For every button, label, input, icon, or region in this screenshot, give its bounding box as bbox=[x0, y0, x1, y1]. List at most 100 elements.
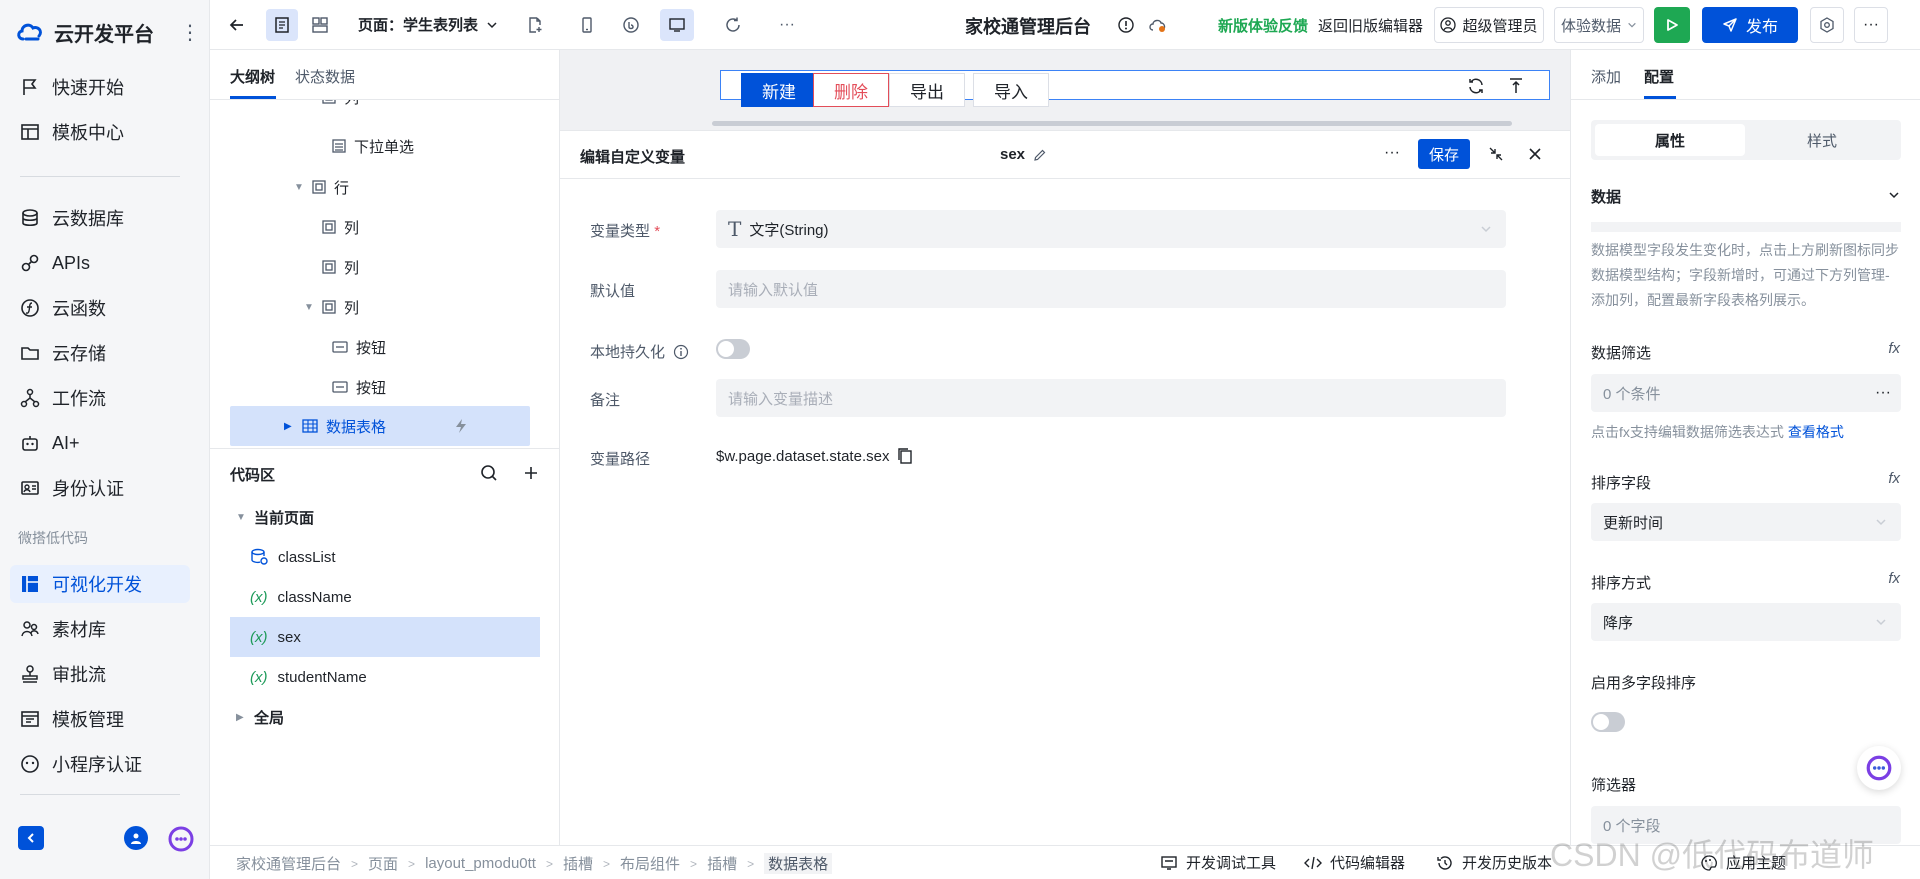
breadcrumb-item[interactable]: 页面 bbox=[368, 853, 398, 874]
fx-icon[interactable]: fx bbox=[1888, 340, 1900, 357]
edit-pencil-icon[interactable] bbox=[1033, 148, 1047, 162]
horizontal-scrollbar[interactable] bbox=[712, 121, 1512, 126]
filter-condition-field[interactable]: 0 个条件 ··· bbox=[1591, 374, 1901, 412]
code-item-studentname[interactable]: (x) studentName bbox=[230, 657, 540, 697]
mobile-preview-button[interactable] bbox=[572, 9, 602, 41]
breadcrumb-item[interactable]: 插槽 bbox=[563, 853, 593, 874]
caret-down-icon[interactable]: ▼ bbox=[294, 182, 304, 193]
old-editor-link[interactable]: 返回旧版编辑器 bbox=[1318, 15, 1423, 36]
cloud-sync-button[interactable] bbox=[1146, 9, 1170, 41]
tab-outline-tree[interactable]: 大纲树 bbox=[230, 66, 275, 87]
desktop-preview-button[interactable] bbox=[660, 9, 694, 41]
seg-style[interactable]: 样式 bbox=[1747, 124, 1897, 156]
publish-button[interactable]: 发布 bbox=[1702, 7, 1798, 43]
variable-name-display[interactable]: sex bbox=[1000, 146, 1047, 163]
default-value-input[interactable]: 请输入默认值 bbox=[716, 270, 1506, 308]
nav-item-template-manage[interactable]: 模板管理 bbox=[10, 700, 190, 738]
assistant-button[interactable] bbox=[168, 826, 194, 852]
caret-down-icon[interactable]: ▼ bbox=[304, 302, 314, 313]
tree-row-button[interactable]: 按钮 bbox=[332, 332, 386, 362]
tree-row-column[interactable]: ▼ 列 bbox=[304, 292, 359, 322]
note-input[interactable]: 请输入变量描述 bbox=[716, 379, 1506, 417]
tree-row-button[interactable]: 按钮 bbox=[332, 372, 386, 402]
nav-item-materials[interactable]: 素材库 bbox=[10, 610, 190, 648]
dev-debug-tool-button[interactable]: 开发调试工具 bbox=[1160, 852, 1276, 873]
info-button[interactable] bbox=[1114, 9, 1138, 41]
global-group[interactable]: ▶ 全局 bbox=[236, 702, 284, 732]
collapse-icon[interactable] bbox=[1488, 146, 1504, 166]
close-icon[interactable] bbox=[1528, 147, 1542, 165]
add-icon[interactable] bbox=[522, 464, 540, 486]
current-page-group[interactable]: ▼ 当前页面 bbox=[236, 502, 314, 532]
feedback-link[interactable]: 新版体验反馈 bbox=[1218, 15, 1308, 36]
breadcrumb-item[interactable]: 插槽 bbox=[707, 853, 737, 874]
sort-field-select[interactable]: 更新时间 bbox=[1591, 503, 1901, 541]
nav-item-auth[interactable]: 身份认证 bbox=[10, 469, 190, 507]
nav-item-apis[interactable]: APIs bbox=[10, 244, 190, 282]
brand[interactable]: 云开发平台 bbox=[16, 18, 154, 46]
nav-item-visual-dev[interactable]: 可视化开发 bbox=[10, 565, 190, 603]
nav-item-database[interactable]: 云数据库 bbox=[10, 199, 190, 237]
more-horizontal-icon[interactable]: ··· bbox=[1384, 144, 1400, 162]
refresh-button[interactable] bbox=[718, 9, 748, 41]
nav-item-miniapp-auth[interactable]: 小程序认证 bbox=[10, 745, 190, 783]
export-button[interactable]: 导出 bbox=[889, 73, 965, 107]
nav-item-templates[interactable]: 模板中心 bbox=[10, 113, 190, 151]
page-selector[interactable]: 页面：学生表列表 bbox=[358, 14, 498, 35]
create-button[interactable]: 新建 bbox=[741, 73, 817, 107]
miniprogram-preview-button[interactable] bbox=[616, 9, 646, 41]
dev-history-button[interactable]: 开发历史版本 bbox=[1436, 852, 1552, 873]
delete-button[interactable]: 删除 bbox=[813, 73, 889, 107]
breadcrumb-item[interactable]: 家校通管理后台 bbox=[236, 853, 341, 874]
more-vertical-icon[interactable]: ⋮ bbox=[180, 20, 200, 45]
code-editor-button[interactable]: 代码编辑器 bbox=[1304, 852, 1405, 873]
tree-row-row[interactable]: ▼ 行 bbox=[294, 172, 349, 202]
lightning-icon[interactable] bbox=[454, 418, 468, 438]
user-avatar-button[interactable] bbox=[124, 826, 148, 850]
nav-item-approval[interactable]: 审批流 bbox=[10, 655, 190, 693]
fx-icon[interactable]: fx bbox=[1888, 570, 1900, 587]
tab-state-data[interactable]: 状态数据 bbox=[295, 66, 355, 87]
outline-view-button[interactable] bbox=[266, 9, 298, 41]
refresh-icon[interactable] bbox=[1467, 77, 1485, 99]
code-item-classlist[interactable]: classList bbox=[230, 537, 540, 577]
back-button[interactable] bbox=[222, 9, 252, 41]
search-icon[interactable] bbox=[480, 464, 498, 486]
variable-type-select[interactable]: T 文字(String) bbox=[716, 210, 1506, 248]
more-menu-button[interactable]: ··· bbox=[1854, 7, 1888, 43]
tree-row[interactable]: 列 bbox=[322, 100, 359, 112]
chevron-down-icon[interactable] bbox=[1888, 188, 1900, 205]
run-button[interactable] bbox=[1654, 7, 1690, 43]
multi-sort-toggle[interactable] bbox=[1591, 712, 1625, 732]
breadcrumb-item[interactable]: layout_pmodu0tt bbox=[425, 855, 536, 872]
tree-row-data-table[interactable]: ▶ 数据表格 bbox=[284, 411, 386, 441]
breadcrumb-current[interactable]: 数据表格 bbox=[764, 853, 833, 874]
fx-icon[interactable]: fx bbox=[1888, 470, 1900, 487]
user-menu-button[interactable]: 超级管理员 bbox=[1434, 7, 1544, 43]
info-circle-icon[interactable] bbox=[673, 344, 689, 360]
view-format-link[interactable]: 查看格式 bbox=[1788, 424, 1844, 440]
nav-item-ai[interactable]: AI+ bbox=[10, 424, 190, 462]
tree-row-column[interactable]: 列 bbox=[322, 252, 359, 282]
copy-icon[interactable] bbox=[897, 447, 913, 465]
nav-item-workflow[interactable]: 工作流 bbox=[10, 379, 190, 417]
more-horizontal-icon[interactable]: ··· bbox=[1875, 384, 1891, 402]
import-button[interactable]: 导入 bbox=[973, 73, 1049, 107]
settings-button[interactable] bbox=[1810, 7, 1844, 43]
tab-config[interactable]: 配置 bbox=[1644, 66, 1674, 87]
tree-row-column[interactable]: 列 bbox=[322, 212, 359, 242]
collapse-nav-button[interactable] bbox=[18, 826, 44, 850]
save-button[interactable]: 保存 bbox=[1418, 139, 1470, 169]
code-item-sex[interactable]: (x) sex bbox=[230, 617, 540, 657]
layout-view-button[interactable] bbox=[304, 9, 336, 41]
data-source-field[interactable] bbox=[1591, 222, 1901, 232]
nav-item-storage[interactable]: 云存储 bbox=[10, 334, 190, 372]
breadcrumb-item[interactable]: 布局组件 bbox=[620, 853, 680, 874]
code-item-classname[interactable]: (x) className bbox=[230, 577, 540, 617]
tab-add[interactable]: 添加 bbox=[1591, 66, 1621, 87]
nav-item-quickstart[interactable]: 快速开始 bbox=[10, 68, 190, 106]
floating-assistant-button[interactable] bbox=[1857, 746, 1901, 790]
local-persist-toggle[interactable] bbox=[716, 339, 750, 359]
seg-properties[interactable]: 属性 bbox=[1595, 124, 1745, 156]
experience-data-select[interactable]: 体验数据 bbox=[1554, 7, 1644, 43]
